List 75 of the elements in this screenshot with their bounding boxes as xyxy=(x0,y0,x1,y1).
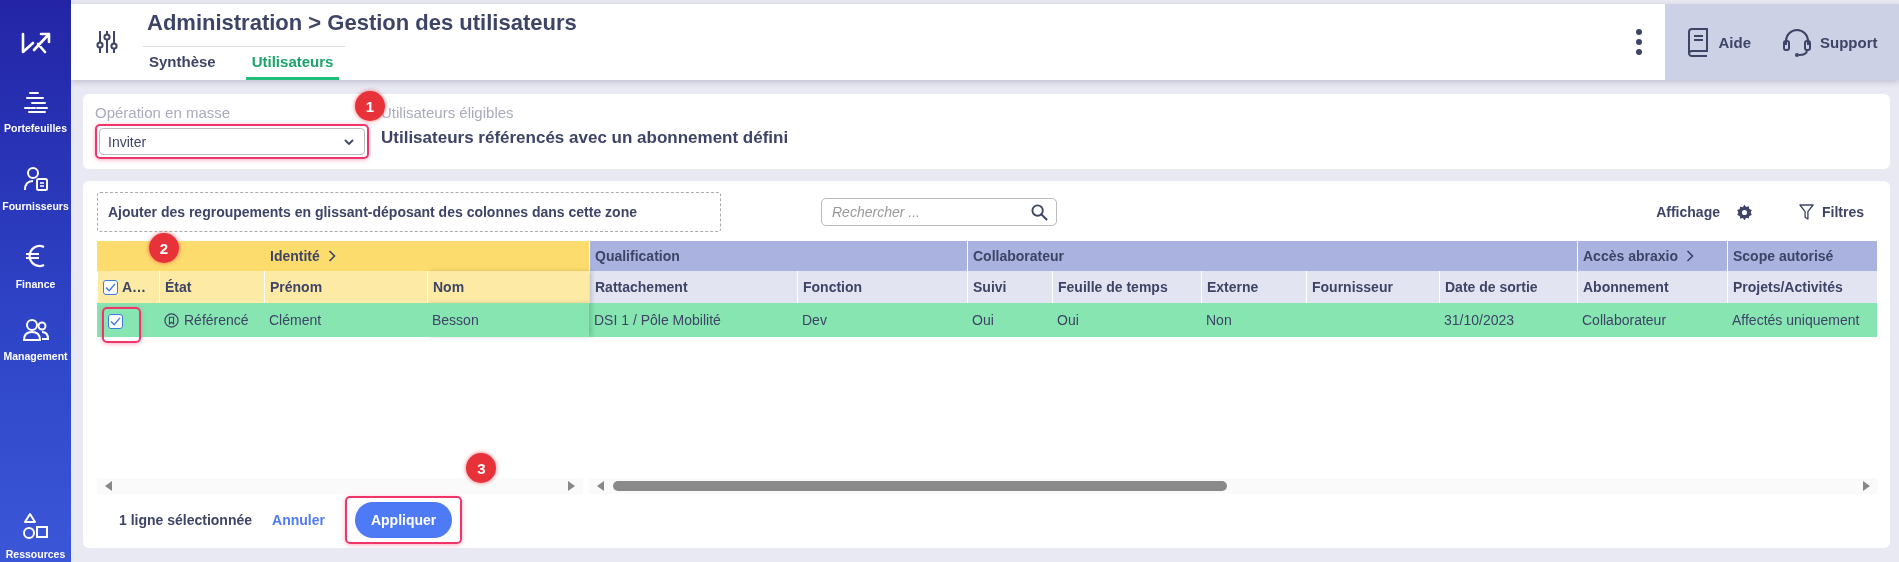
shapes-icon xyxy=(21,512,50,540)
column-header[interactable]: Externe xyxy=(1201,271,1306,303)
table-cell: Collaborateur xyxy=(1577,303,1727,337)
chevron-right-icon[interactable] xyxy=(327,250,336,262)
table-cell: DSI 1 / Pôle Mobilité xyxy=(589,303,797,337)
scrollbar[interactable] xyxy=(589,478,1878,494)
column-header[interactable]: État xyxy=(159,271,264,303)
more-menu-icon[interactable] xyxy=(1635,28,1643,56)
scroll-right-icon[interactable] xyxy=(1862,481,1870,491)
column-header[interactable]: Suivi xyxy=(967,271,1052,303)
column-header[interactable]: Rattachement xyxy=(589,271,797,303)
column-group-header: Collaborateur xyxy=(967,241,1577,271)
apply-button[interactable]: Appliquer xyxy=(354,502,453,538)
field-label: Opération en masse xyxy=(95,104,232,121)
scroll-left-icon[interactable] xyxy=(105,481,113,491)
column-group-header: Qualification xyxy=(589,241,967,271)
column-header[interactable]: Date de sortie xyxy=(1439,271,1577,303)
table-cell: 31/10/2023 xyxy=(1439,303,1577,337)
sliders-icon xyxy=(96,29,118,55)
support-button[interactable]: Support xyxy=(1776,26,1884,58)
table-cell: Clément xyxy=(264,303,427,337)
column-header[interactable]: A… xyxy=(97,271,159,303)
chevron-down-icon xyxy=(344,138,354,145)
sidebar-item[interactable]: Fournisseurs xyxy=(2,166,69,242)
funnel-icon xyxy=(1799,203,1814,221)
checkbox[interactable] xyxy=(103,279,118,295)
column-header[interactable]: Fournisseur xyxy=(1306,271,1439,303)
selection-count: 1 ligne sélectionnée xyxy=(119,512,253,528)
operation-select[interactable]: Inviter xyxy=(99,128,365,155)
callout-badge: 2 xyxy=(149,233,179,263)
book-icon xyxy=(1686,27,1711,57)
table-cell: Besson xyxy=(427,303,589,337)
logo-icon[interactable] xyxy=(19,30,52,56)
table-cell: Oui xyxy=(1052,303,1201,337)
column-group-header: Accès abraxio xyxy=(1577,241,1727,271)
column-header[interactable]: Nom xyxy=(427,271,589,303)
table-cell: Oui xyxy=(967,303,1052,337)
list-icon xyxy=(22,90,49,114)
checkbox[interactable] xyxy=(108,314,123,329)
column-header[interactable]: Abonnement xyxy=(1577,271,1727,303)
scroll-right-icon[interactable] xyxy=(567,481,575,491)
sidebar-item[interactable]: Management xyxy=(3,318,68,394)
sidebar-item[interactable]: Ressources xyxy=(5,512,66,562)
settings-icon[interactable] xyxy=(1736,203,1753,221)
filters-button[interactable]: Filtres xyxy=(1793,202,1870,222)
column-header[interactable]: Projets/Activités xyxy=(1727,271,1877,303)
scroll-left-icon[interactable] xyxy=(597,481,605,491)
chevron-right-icon[interactable] xyxy=(1685,250,1694,262)
search-field[interactable]: Rechercher ... xyxy=(821,198,1057,226)
table-cell: Dev xyxy=(797,303,967,337)
person-document-icon xyxy=(22,166,49,192)
sidebar-item[interactable]: Finance xyxy=(15,242,56,318)
column-header[interactable]: Feuille de temps xyxy=(1052,271,1201,303)
column-group-header: Scope autorisé xyxy=(1727,241,1877,271)
column-header[interactable]: Fonction xyxy=(797,271,967,303)
group-drop-zone[interactable]: Ajouter des regroupements en glissant-déposant des colonnes dans cette zone xyxy=(97,192,721,232)
callout-badge: 3 xyxy=(466,453,497,483)
column-group-header: Identité xyxy=(264,241,589,271)
headset-icon xyxy=(1782,27,1812,57)
table-cell: Non xyxy=(1201,303,1306,337)
bookmark-circle-icon xyxy=(164,312,179,328)
cancel-link[interactable]: Annuler xyxy=(272,512,325,528)
people-icon xyxy=(21,318,50,342)
scrollbar[interactable] xyxy=(97,478,583,494)
scrollbar-thumb[interactable] xyxy=(613,481,1227,491)
display-button[interactable]: Affichage xyxy=(1650,203,1726,221)
field-value: Utilisateurs référencés avec un abonnement défini xyxy=(381,128,789,148)
search-icon xyxy=(1031,203,1048,221)
column-header[interactable]: Prénom xyxy=(264,271,427,303)
tab[interactable]: Synthèse xyxy=(143,47,222,80)
page-title: Administration > Gestion des utilisateurs xyxy=(146,10,578,36)
help-button[interactable]: Aide xyxy=(1680,26,1757,58)
sidebar-item[interactable]: Portefeuilles xyxy=(4,90,67,166)
table-cell: Affectés uniquement xyxy=(1727,303,1877,337)
table-cell: Référencé xyxy=(159,303,264,337)
